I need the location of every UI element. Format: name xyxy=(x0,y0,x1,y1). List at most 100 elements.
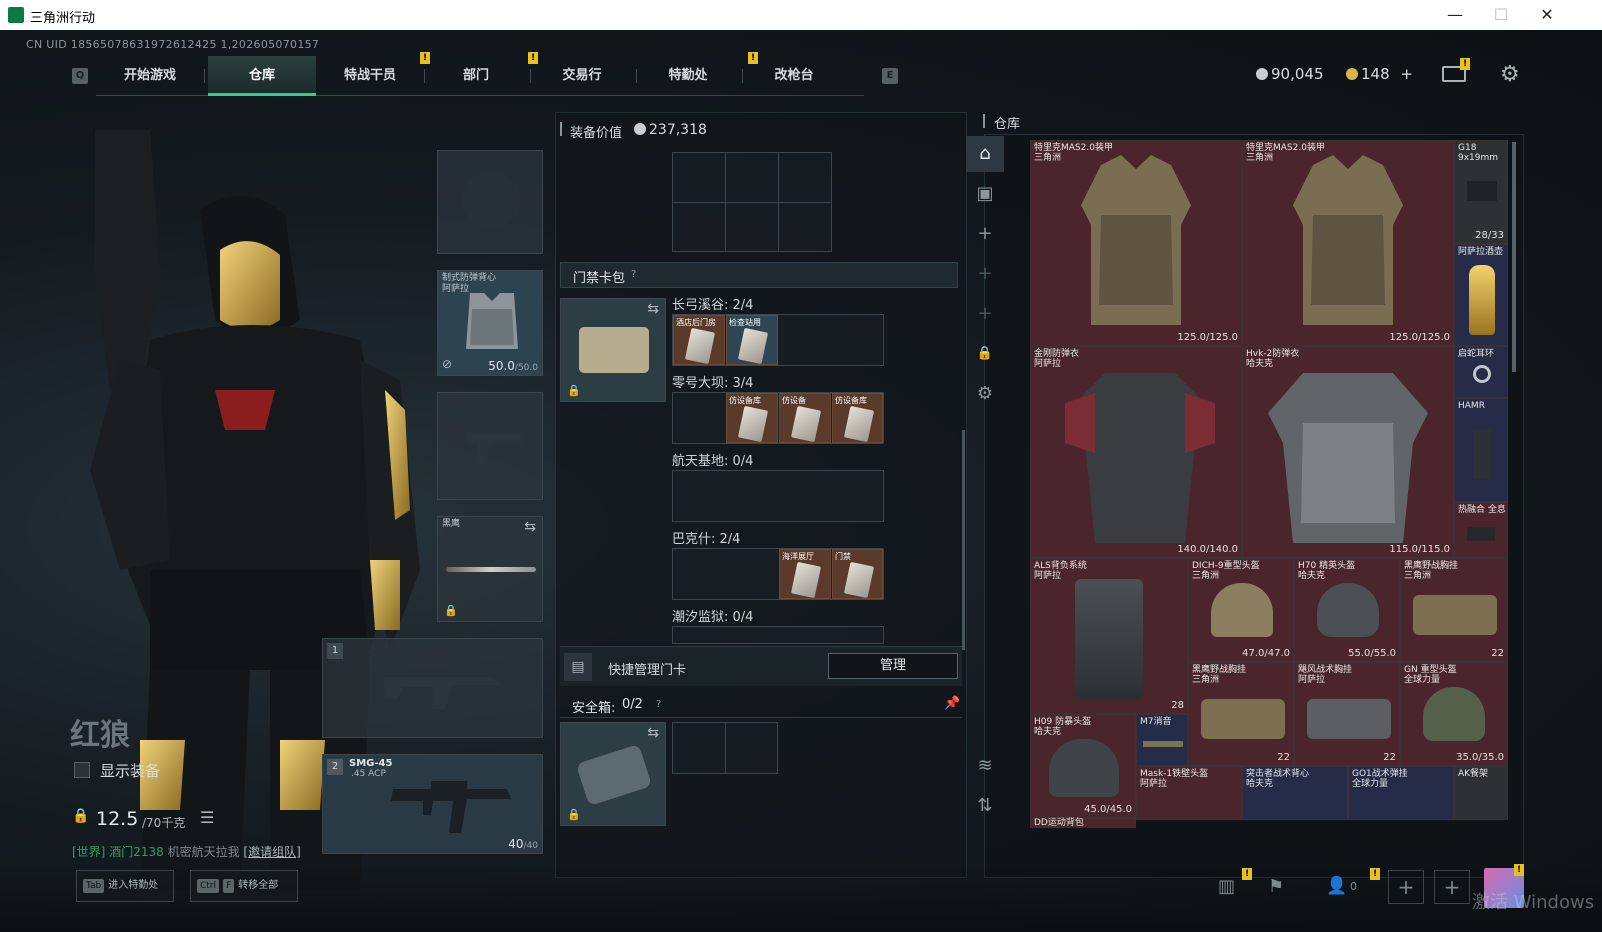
enter-special-ops-button[interactable]: Tab 进入特勤处 xyxy=(76,870,174,902)
maximize-button[interactable]: ☐ xyxy=(1486,4,1516,26)
storage-item[interactable]: 特里克MAS2.0装甲 三角洲 125.0/125.0 xyxy=(1030,140,1242,346)
minimize-button[interactable]: — xyxy=(1440,4,1470,26)
swap-icon[interactable]: ⇆ xyxy=(647,301,659,317)
transfer-all-button[interactable]: Ctrl F 转移全部 xyxy=(190,870,298,902)
pistol-slot[interactable] xyxy=(437,392,543,500)
safebox-slot[interactable]: ⇆ 🔒 xyxy=(560,722,666,826)
storage-tab-icon[interactable]: ▣ xyxy=(966,176,1004,212)
armor-dur-value: 50.0 xyxy=(488,359,515,373)
keycard-label: 仿设备 xyxy=(782,396,806,405)
add-tab-icon[interactable]: + xyxy=(966,256,1004,292)
chat-invite-link[interactable]: [邀请组队] xyxy=(243,845,300,859)
storage-item[interactable]: DICH-9重型头盔 三角洲 47.0/47.0 xyxy=(1188,558,1294,662)
chest-rig-icon xyxy=(1201,699,1285,739)
keycard-case-slot[interactable]: ⇆ 🔒 xyxy=(560,298,666,402)
show-gear-checkbox[interactable] xyxy=(74,762,90,778)
item-ammo: 28/33 xyxy=(1475,230,1504,241)
keycard-label: 仿设备库 xyxy=(835,396,867,405)
secondary-weapon-slot[interactable]: 2 SMG-45 .45 ACP 40/40 xyxy=(322,754,543,854)
keycard-item[interactable]: 仿设备库 xyxy=(726,393,778,443)
storage-item[interactable]: M7消音 xyxy=(1136,714,1188,766)
storage-item[interactable]: 启蛇耳环 xyxy=(1454,346,1508,398)
item-name: 黑鹰野战胸挂 三角洲 xyxy=(1404,561,1459,581)
storage-item[interactable]: GO1战术弹挂 全球力量 xyxy=(1348,766,1454,820)
swap-icon[interactable]: ⇆ xyxy=(647,725,659,741)
storage-item[interactable]: ALS背负系统 阿萨拉 28 xyxy=(1030,558,1188,714)
melee-slot[interactable]: 黑鹰 ⇆ 🔒 xyxy=(437,516,543,622)
storage-item[interactable]: 黑鹰野战胸挂 三角洲 22 xyxy=(1188,662,1294,766)
mag-max: /40 xyxy=(523,841,538,851)
storage-item[interactable]: 金刚防弹衣 阿萨拉 140.0/140.0 xyxy=(1030,346,1242,558)
secondary-weapon-ammo: .45 ACP xyxy=(351,769,386,779)
settings-gear-icon[interactable]: ⚙ xyxy=(966,376,1004,412)
tab-trading[interactable]: 交易行 xyxy=(528,56,636,96)
f-key-hint: F xyxy=(223,879,235,893)
keycard-grid-row[interactable] xyxy=(672,626,884,644)
storage-home-icon[interactable]: ⌂ xyxy=(966,136,1004,172)
sort-icon[interactable]: ⇅ xyxy=(966,788,1004,824)
storage-item[interactable]: HAMR xyxy=(1454,398,1508,502)
quick-manage-bar: ▤ 快捷管理门卡 管理 xyxy=(560,646,962,686)
storage-item[interactable]: H09 防暴头盔 哈夫克 45.0/45.0 xyxy=(1030,714,1136,818)
stats-chart-icon[interactable]: ▥ xyxy=(1218,876,1235,897)
item-name: G18 9x19mm xyxy=(1458,143,1499,163)
storage-item[interactable]: 阿萨拉酒壶 xyxy=(1454,244,1508,346)
keycard-item[interactable]: 门禁 xyxy=(832,549,883,599)
safebox-icon xyxy=(575,743,653,807)
storage-item[interactable]: 热融合 全息 xyxy=(1454,502,1508,558)
primary-weapon-slot[interactable]: 1 xyxy=(322,638,543,738)
keycard-item[interactable]: 检查站用 xyxy=(726,315,778,365)
keycard-item[interactable]: 酒店后门房 xyxy=(673,315,725,365)
storage-item[interactable]: Mask-1铁壁头盔 阿萨拉 xyxy=(1136,766,1242,820)
chat-text: 机密航天拉我 xyxy=(167,845,240,859)
pistol-icon xyxy=(1467,181,1497,201)
storage-item[interactable]: H70 精英头盔 哈夫克 55.0/55.0 xyxy=(1294,558,1400,662)
pin-icon[interactable]: 📌 xyxy=(944,696,960,711)
e-key-hint: E xyxy=(882,68,898,84)
add-tab-icon[interactable]: + xyxy=(966,296,1004,332)
close-button[interactable]: ✕ xyxy=(1532,4,1562,26)
add-tab-icon[interactable]: + xyxy=(966,216,1004,252)
manage-button[interactable]: 管理 xyxy=(828,653,958,679)
friends-count: 0 xyxy=(1350,880,1357,893)
storage-item[interactable]: DD运动背包 xyxy=(1030,818,1136,828)
friends-icon[interactable]: 👤 xyxy=(1326,876,1347,896)
keycard-item[interactable]: 仿设备库 xyxy=(832,393,883,443)
scrollbar[interactable] xyxy=(962,430,965,650)
invite-slot-button[interactable]: + xyxy=(1388,870,1424,904)
lock-icon: 🔒 xyxy=(567,808,581,821)
item-name: M7消音 xyxy=(1140,717,1172,727)
help-icon[interactable]: ? xyxy=(631,269,636,280)
swap-icon[interactable]: ⇆ xyxy=(524,519,536,535)
invite-slot-button[interactable]: + xyxy=(1434,870,1470,904)
notification-badge: ! xyxy=(1242,868,1252,880)
help-icon[interactable]: ? xyxy=(656,699,661,710)
settings-gear-icon[interactable]: ⚙ xyxy=(1500,62,1520,87)
storage-item[interactable]: GN 重型头盔 全球力量 35.0/35.0 xyxy=(1400,662,1508,766)
storage-item[interactable]: 飓风战术胸挂 阿萨拉 22 xyxy=(1294,662,1400,766)
storage-item[interactable]: Hvk-2防弹衣 哈夫克 115.0/115.0 xyxy=(1242,346,1454,558)
keycard-item[interactable]: 海洋展厅 xyxy=(779,549,831,599)
keycard-item[interactable]: 仿设备 xyxy=(779,393,831,443)
chat-user[interactable]: 酒门2138 xyxy=(109,845,164,859)
storage-item[interactable]: 突击者战术背心 哈夫克 xyxy=(1242,766,1348,820)
silver-coin-icon xyxy=(634,123,646,135)
add-gold-button[interactable]: + xyxy=(1400,65,1413,83)
keycard-grid-row[interactable] xyxy=(672,470,884,522)
header-bar xyxy=(983,114,985,128)
helmet-slot[interactable] xyxy=(437,150,543,254)
flag-icon[interactable]: ⚑ xyxy=(1268,876,1284,897)
storage-scrollbar[interactable] xyxy=(1512,142,1516,372)
storage-item[interactable]: AK餐架 xyxy=(1454,766,1508,820)
storage-item[interactable]: G18 9x19mm 28/33 xyxy=(1454,140,1508,244)
armor-slot[interactable]: 制式防弹背心 阿萨拉 ⊘ 50.0/50.0 xyxy=(437,270,543,376)
storage-item[interactable]: 黑鹰野战胸挂 三角洲 22 xyxy=(1400,558,1508,662)
list-icon[interactable]: ☰ xyxy=(200,808,214,827)
storage-item[interactable]: 特里克MAS2.0装甲 三角洲 125.0/125.0 xyxy=(1242,140,1454,346)
item-capacity: 22 xyxy=(1277,752,1290,763)
keycard-manage-icon: ▤ xyxy=(564,653,592,681)
tab-special-ops[interactable]: 特勤处 xyxy=(634,56,742,96)
lock-icon[interactable]: 🔒 xyxy=(966,336,1004,372)
layers-icon[interactable]: ≋ xyxy=(966,748,1004,784)
lock-icon: 🔒 xyxy=(567,384,581,397)
